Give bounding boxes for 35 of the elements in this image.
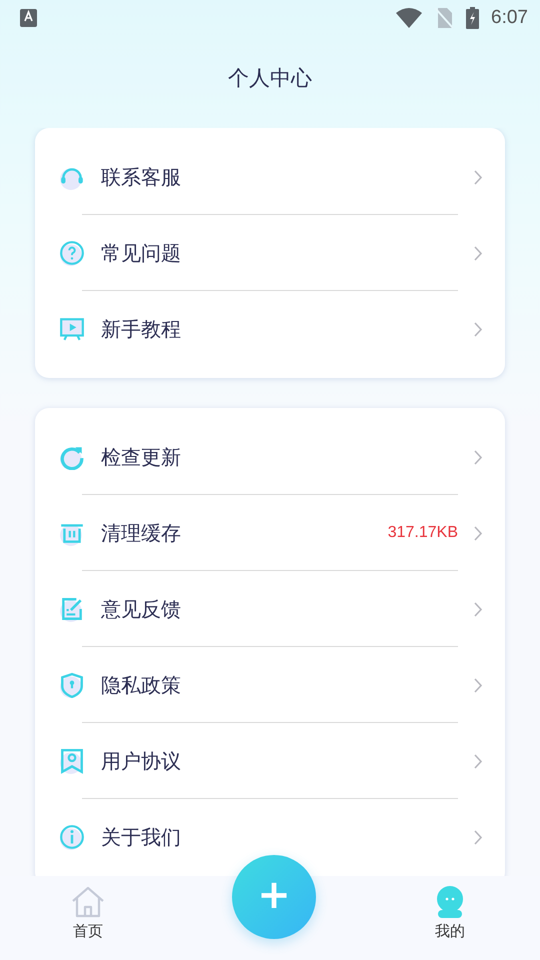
menu-item[interactable]: 检查更新 [101, 444, 474, 470]
chevron-right-icon [474, 526, 483, 540]
menu-item[interactable]: 新手教程 [101, 316, 474, 342]
ghost-avatar-icon [435, 886, 465, 918]
battery-charging-icon [466, 7, 480, 29]
chevron-right-icon [474, 678, 483, 692]
question-icon [59, 240, 85, 266]
status-time: 6:07 [491, 7, 528, 29]
chevron-right-icon [474, 246, 483, 260]
nav-tab[interactable]: 首页 [48, 876, 128, 960]
menu-item[interactable]: 关于我们 [101, 824, 474, 850]
menu-item[interactable]: 隐私政策 [101, 672, 474, 698]
wifi-icon [396, 8, 422, 28]
chevron-right-icon [474, 170, 483, 184]
menu-item[interactable]: 意见反馈 [101, 596, 474, 622]
menu-item[interactable]: 清理缓存 [101, 520, 388, 546]
chevron-right-icon [474, 830, 483, 844]
chevron-right-icon [474, 322, 483, 336]
menu-item[interactable]: 联系客服 [101, 164, 474, 190]
chevron-right-icon [474, 602, 483, 616]
chevron-right-icon [474, 450, 483, 464]
chevron-right-icon [474, 754, 483, 768]
menu-item[interactable]: 用户协议 [101, 748, 474, 774]
cache-size: 317.17KB [388, 524, 458, 542]
no-sim-icon [434, 7, 454, 29]
home-icon [71, 886, 105, 918]
nav-tab[interactable]: 我的 [410, 876, 490, 960]
page-title: 个人中心 [228, 65, 312, 92]
video-board-icon [59, 316, 85, 342]
bookmark-person-icon [59, 748, 85, 774]
menu-item[interactable]: 常见问题 [101, 240, 474, 266]
keyboard-a-icon [20, 9, 37, 27]
info-icon [59, 824, 85, 850]
shield-icon [59, 672, 85, 698]
edit-note-icon [59, 596, 85, 622]
